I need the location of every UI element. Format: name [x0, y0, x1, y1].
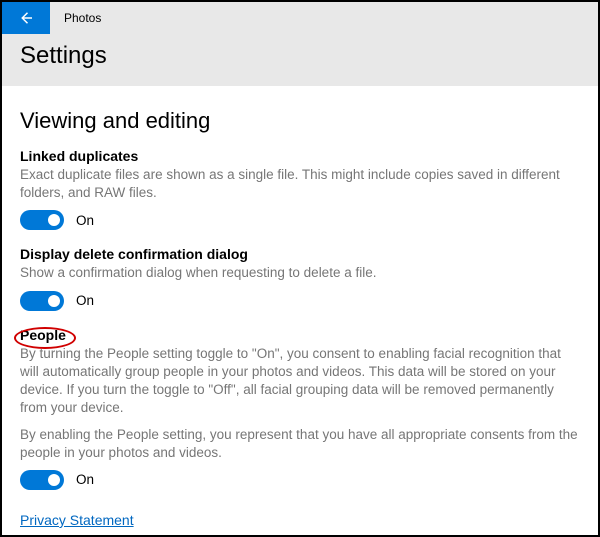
title-bar: Photos	[2, 2, 598, 34]
setting-label: Display delete confirmation dialog	[20, 246, 248, 262]
settings-content: Viewing and editing Linked duplicates Ex…	[2, 86, 598, 530]
linked-duplicates-toggle[interactable]	[20, 210, 64, 230]
toggle-state: On	[76, 472, 94, 487]
section-title: Viewing and editing	[20, 108, 580, 134]
delete-confirmation-toggle[interactable]	[20, 291, 64, 311]
setting-linked-duplicates: Linked duplicates Exact duplicate files …	[20, 148, 580, 230]
setting-description: Exact duplicate files are shown as a sin…	[20, 166, 580, 202]
setting-people: People By turning the People setting tog…	[20, 327, 580, 490]
people-toggle[interactable]	[20, 470, 64, 490]
setting-label: Linked duplicates	[20, 148, 138, 164]
toggle-row: On	[20, 291, 580, 311]
privacy-statement-link[interactable]: Privacy Statement	[20, 512, 134, 528]
back-arrow-icon	[17, 9, 35, 27]
app-title: Photos	[64, 11, 101, 25]
setting-description: By turning the People setting toggle to …	[20, 345, 580, 418]
page-header: Settings	[2, 34, 598, 86]
setting-description: Show a confirmation dialog when requesti…	[20, 264, 580, 282]
setting-description-secondary: By enabling the People setting, you repr…	[20, 426, 580, 462]
setting-label: People	[20, 327, 66, 343]
back-button[interactable]	[2, 2, 50, 34]
page-title: Settings	[20, 42, 580, 70]
toggle-row: On	[20, 470, 580, 490]
toggle-state: On	[76, 293, 94, 308]
toggle-state: On	[76, 213, 94, 228]
setting-delete-confirmation: Display delete confirmation dialog Show …	[20, 246, 580, 310]
toggle-row: On	[20, 210, 580, 230]
